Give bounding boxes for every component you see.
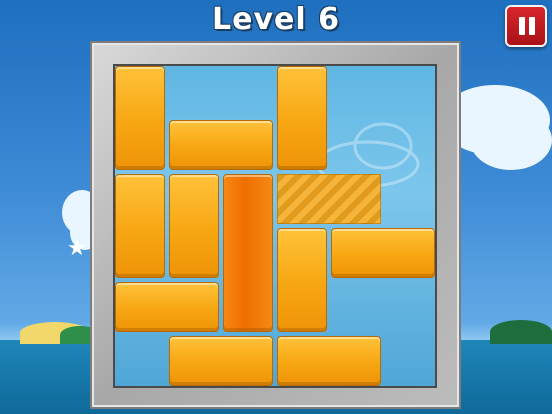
wood-block[interactable] — [115, 66, 165, 170]
target-slot — [277, 174, 381, 224]
pause-icon — [519, 17, 525, 35]
wood-block[interactable] — [169, 174, 219, 278]
wood-block[interactable] — [277, 336, 381, 386]
wood-block[interactable] — [277, 228, 327, 332]
pause-icon — [529, 17, 535, 35]
main-block[interactable] — [223, 174, 273, 332]
wood-block[interactable] — [115, 282, 219, 332]
wood-block[interactable] — [115, 174, 165, 278]
pause-button[interactable] — [505, 5, 547, 47]
level-title: Level 6 — [212, 2, 340, 37]
cloud — [470, 110, 552, 170]
island — [490, 320, 552, 344]
wood-block[interactable] — [169, 120, 273, 170]
game-board — [113, 64, 437, 388]
star-icon: ★ — [67, 236, 87, 261]
wood-block[interactable] — [169, 336, 273, 386]
wood-block[interactable] — [277, 66, 327, 170]
wood-block[interactable] — [331, 228, 435, 278]
game-scene: ★ Level 6 — [0, 0, 552, 414]
